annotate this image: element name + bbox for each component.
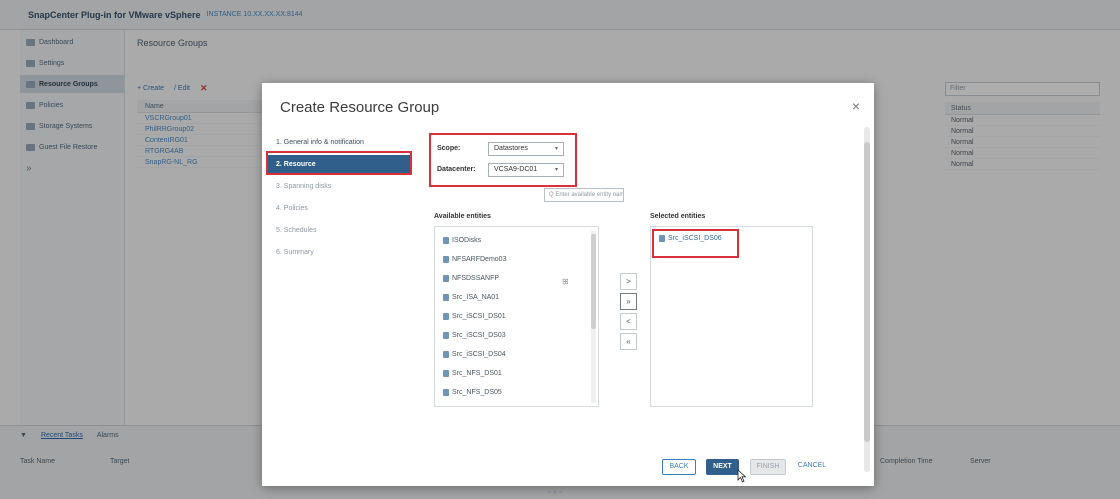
finish-button: FINISH bbox=[750, 459, 786, 475]
entity-label: Src_NFS_DS01 bbox=[452, 369, 502, 377]
list-item[interactable]: NFSARFDemo03 bbox=[443, 252, 506, 266]
list-item[interactable]: Src_iSCSI_DS03 bbox=[443, 328, 506, 342]
list-item[interactable]: Src_iSCSI_DS01 bbox=[443, 309, 506, 323]
list-item[interactable]: Src_ISA_NA01 bbox=[443, 290, 499, 304]
dialog-footer: BACK NEXT FINISH CANCEL bbox=[262, 451, 874, 486]
chevron-down-icon: ▾ bbox=[554, 167, 558, 173]
datacenter-dropdown[interactable]: VCSA9-DC01 ▾ bbox=[488, 163, 564, 177]
datastore-icon bbox=[443, 312, 449, 320]
selected-entities-list[interactable]: Src_iSCSI_DS06 bbox=[650, 226, 813, 407]
entity-label: Src_ISA_NA01 bbox=[452, 293, 500, 301]
chevron-down-icon: ▾ bbox=[554, 146, 558, 152]
step-schedules: 5. Schedules bbox=[276, 226, 317, 234]
pointer-cursor-icon bbox=[737, 469, 747, 483]
list-item[interactable]: Src_NFS_DS05 bbox=[443, 385, 502, 399]
scope-value: Datastores bbox=[494, 145, 528, 152]
step-general-info[interactable]: 1. General info & notification bbox=[268, 133, 410, 151]
datastore-icon bbox=[443, 236, 449, 244]
back-button[interactable]: BACK bbox=[662, 459, 696, 475]
entity-label: NFSDSSANFP bbox=[452, 274, 500, 282]
next-button[interactable]: NEXT bbox=[706, 459, 739, 475]
list-item[interactable]: Src_iSCSI_DS06 bbox=[659, 235, 722, 242]
entity-label: NFSARFDemo03 bbox=[452, 255, 507, 263]
entity-label: Src_iSCSI_DS01 bbox=[452, 312, 506, 320]
dialog-scrollbar[interactable] bbox=[864, 127, 870, 472]
available-entities-list[interactable]: ISODisks NFSARFDemo03 NFSDSSANFP Src_ISA… bbox=[434, 226, 599, 407]
datacenter-value: VCSA9-DC01 bbox=[494, 166, 538, 173]
dialog-title: Create Resource Group bbox=[280, 99, 440, 116]
list-item[interactable]: NFSDSSANFP bbox=[443, 271, 499, 285]
datastore-icon bbox=[443, 255, 449, 263]
step-policies: 4. Policies bbox=[276, 204, 308, 212]
status-dock: ≈ ∧ ≈ bbox=[548, 490, 563, 496]
entity-label: ISODisks bbox=[452, 236, 482, 244]
list-item[interactable]: Src_iSCSI_DS04 bbox=[443, 347, 506, 361]
datastore-icon bbox=[443, 293, 449, 301]
scope-dropdown[interactable]: Datastores ▾ bbox=[488, 142, 564, 156]
list-item[interactable]: ISODisks bbox=[443, 233, 481, 247]
datastore-icon bbox=[659, 235, 665, 242]
step-summary: 6. Summary bbox=[276, 248, 314, 256]
scope-label: Scope: bbox=[437, 145, 461, 152]
datastore-icon bbox=[443, 274, 449, 282]
available-entities-label: Available entities bbox=[434, 213, 491, 220]
close-icon[interactable]: × bbox=[852, 99, 860, 113]
scrollbar-thumb[interactable] bbox=[591, 234, 596, 329]
move-all-left-button[interactable]: « bbox=[620, 333, 637, 350]
entity-label: Src_iSCSI_DS04 bbox=[452, 350, 506, 358]
list-item[interactable]: Src_NFS_DS01 bbox=[443, 366, 502, 380]
move-all-right-button[interactable]: » bbox=[620, 293, 637, 310]
cancel-button[interactable]: CANCEL bbox=[795, 459, 829, 475]
move-right-button[interactable]: > bbox=[620, 273, 637, 290]
wizard-steps: 1. General info & notification 2. Resour… bbox=[268, 133, 410, 265]
list-scrollbar[interactable] bbox=[591, 231, 596, 403]
datastore-icon bbox=[443, 388, 449, 396]
entity-label: Src_iSCSI_DS06 bbox=[668, 235, 722, 242]
entity-search-input[interactable]: Q Enter available entity name bbox=[544, 188, 624, 202]
entity-label: Src_iSCSI_DS03 bbox=[452, 331, 506, 339]
move-buttons: > » < « bbox=[620, 273, 640, 350]
selected-entities-label: Selected entities bbox=[650, 213, 706, 220]
list-view-icon[interactable]: ⊞ bbox=[562, 277, 569, 286]
datastore-icon bbox=[443, 369, 449, 377]
move-left-button[interactable]: < bbox=[620, 313, 637, 330]
datacenter-label: Datacenter: bbox=[437, 166, 476, 173]
entity-label: Src_NFS_DS05 bbox=[452, 388, 502, 396]
step-resource[interactable]: 2. Resource bbox=[268, 155, 410, 173]
datastore-icon bbox=[443, 350, 449, 358]
step-spanning-disks: 3. Spanning disks bbox=[276, 182, 332, 190]
create-resource-group-dialog: Create Resource Group × 1. General info … bbox=[262, 83, 874, 486]
datastore-icon bbox=[443, 331, 449, 339]
scrollbar-thumb[interactable] bbox=[864, 142, 870, 442]
